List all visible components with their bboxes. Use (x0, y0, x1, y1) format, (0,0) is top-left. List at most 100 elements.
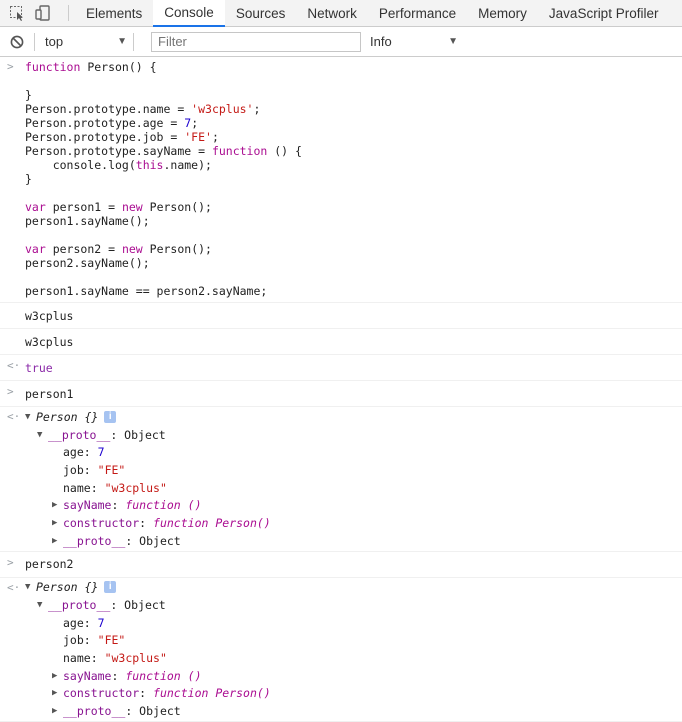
log-level-value: Info (370, 34, 392, 49)
code-line: person2.sayName(); (25, 256, 150, 270)
code-block: function Person() { } Person.prototype.n… (25, 60, 682, 298)
object-root[interactable]: ▼Person {} i (25, 408, 682, 426)
property-value: Object (124, 428, 166, 442)
device-toolbar-icon[interactable] (35, 5, 51, 21)
collapsed-arrow-icon[interactable]: ▶ (52, 704, 63, 718)
tab-elements[interactable]: Elements (75, 0, 153, 26)
devtools-tabbar: Elements Console Sources Network Perform… (0, 0, 682, 27)
expanded-arrow-icon[interactable]: ▼ (25, 410, 36, 424)
property-row[interactable]: ▶sayName: function () (25, 667, 682, 685)
property-row: job: "FE" (25, 632, 682, 650)
proto-node[interactable]: ▼__proto__: Object (25, 596, 682, 614)
input-text: person2 (25, 557, 73, 571)
string-literal: 'FE' (184, 130, 212, 144)
log-level-selector[interactable]: Info ▼ (370, 34, 458, 49)
property-value: function () (125, 498, 201, 512)
property-value: function Person() (153, 686, 271, 700)
log-text: w3cplus (25, 335, 73, 349)
property-row[interactable]: ▶__proto__: Object (25, 532, 682, 550)
collapsed-arrow-icon[interactable]: ▶ (52, 534, 63, 548)
code-line: ; (191, 116, 198, 130)
tab-divider (68, 5, 69, 21)
input-text: person1 (25, 387, 73, 401)
result-arrow-icon: <· (7, 581, 20, 595)
clear-console-icon (10, 35, 24, 49)
tab-sources[interactable]: Sources (225, 0, 297, 26)
keyword: function (25, 60, 80, 74)
log-level-dropdown-icon: ▼ (448, 36, 458, 47)
property-row[interactable]: ▶sayName: function () (25, 496, 682, 514)
info-icon[interactable]: i (104, 411, 116, 423)
clear-console-button[interactable] (0, 35, 34, 49)
property-row: age: 7 (25, 614, 682, 632)
property-key: name (63, 651, 91, 665)
keyword: var (25, 242, 46, 256)
code-line: Person.prototype.job = (25, 130, 184, 144)
property-key: constructor (63, 686, 139, 700)
object-title: Person {} (36, 410, 98, 424)
property-value: Object (139, 534, 181, 548)
property-key: __proto__ (48, 428, 110, 442)
property-row[interactable]: ▶constructor: function Person() (25, 685, 682, 703)
property-key: __proto__ (63, 704, 125, 718)
property-row[interactable]: ▶__proto__: Object (25, 702, 682, 720)
property-key: __proto__ (63, 534, 125, 548)
tab-memory[interactable]: Memory (467, 0, 538, 26)
property-value: 7 (98, 616, 105, 630)
object-root[interactable]: ▼Person {} i (25, 579, 682, 597)
console-input-entry: > person2 (0, 552, 682, 578)
property-value: function Person() (153, 516, 271, 530)
code-line: Person.prototype.sayName = (25, 144, 212, 158)
tool-icons (0, 0, 68, 26)
tab-network[interactable]: Network (296, 0, 368, 26)
property-row[interactable]: ▶constructor: function Person() (25, 514, 682, 532)
context-selector[interactable]: top ▼ (35, 34, 127, 49)
property-row: name: "w3cplus" (25, 479, 682, 497)
property-value: Object (139, 704, 181, 718)
tab-performance[interactable]: Performance (368, 0, 467, 26)
keyword: new (122, 200, 143, 214)
property-key: sayName (63, 498, 111, 512)
property-value: "w3cplus" (105, 651, 167, 665)
keyword: new (122, 242, 143, 256)
expanded-arrow-icon[interactable]: ▼ (37, 598, 48, 612)
console-input-entry: > person1 (0, 381, 682, 407)
property-value: "FE" (98, 463, 126, 477)
code-line: () { (267, 144, 302, 158)
tab-javascript-profiler[interactable]: JavaScript Profiler (538, 0, 670, 26)
property-row: name: "w3cplus" (25, 649, 682, 667)
console-result-entry: <· true (0, 355, 682, 381)
property-key: job (63, 633, 84, 647)
collapsed-arrow-icon[interactable]: ▶ (52, 516, 63, 530)
result-arrow-icon: <· (7, 410, 20, 424)
object-title: Person {} (36, 580, 98, 594)
code-line: console.log( (25, 158, 136, 172)
result-value: true (25, 361, 53, 375)
collapsed-arrow-icon[interactable]: ▶ (52, 686, 63, 700)
console-messages[interactable]: > function Person() { } Person.prototype… (0, 57, 682, 722)
collapsed-arrow-icon[interactable]: ▶ (52, 669, 63, 683)
property-value: function () (125, 669, 201, 683)
console-log-entry: w3cplus (0, 329, 682, 355)
console-toolbar: top ▼ Info ▼ (0, 27, 682, 57)
property-value: "FE" (98, 633, 126, 647)
code-line: person2 = (46, 242, 122, 256)
code-line: Person.prototype.age = (25, 116, 184, 130)
property-key: job (63, 463, 84, 477)
code-line: person1.sayName == person2.sayName; (25, 284, 267, 298)
log-text: w3cplus (25, 309, 73, 323)
expanded-arrow-icon[interactable]: ▼ (37, 428, 48, 442)
code-line: Person(); (143, 200, 212, 214)
property-key: name (63, 481, 91, 495)
info-icon[interactable]: i (104, 581, 116, 593)
expanded-arrow-icon[interactable]: ▼ (25, 580, 36, 594)
collapsed-arrow-icon[interactable]: ▶ (52, 498, 63, 512)
proto-node[interactable]: ▼__proto__: Object (25, 426, 682, 444)
inspect-element-icon[interactable] (9, 5, 25, 21)
tab-console[interactable]: Console (153, 0, 225, 27)
code-line: person1 = (46, 200, 122, 214)
input-prompt-icon: > (7, 556, 14, 570)
input-prompt-icon: > (7, 385, 14, 399)
property-row: job: "FE" (25, 461, 682, 479)
filter-input[interactable] (151, 32, 361, 52)
